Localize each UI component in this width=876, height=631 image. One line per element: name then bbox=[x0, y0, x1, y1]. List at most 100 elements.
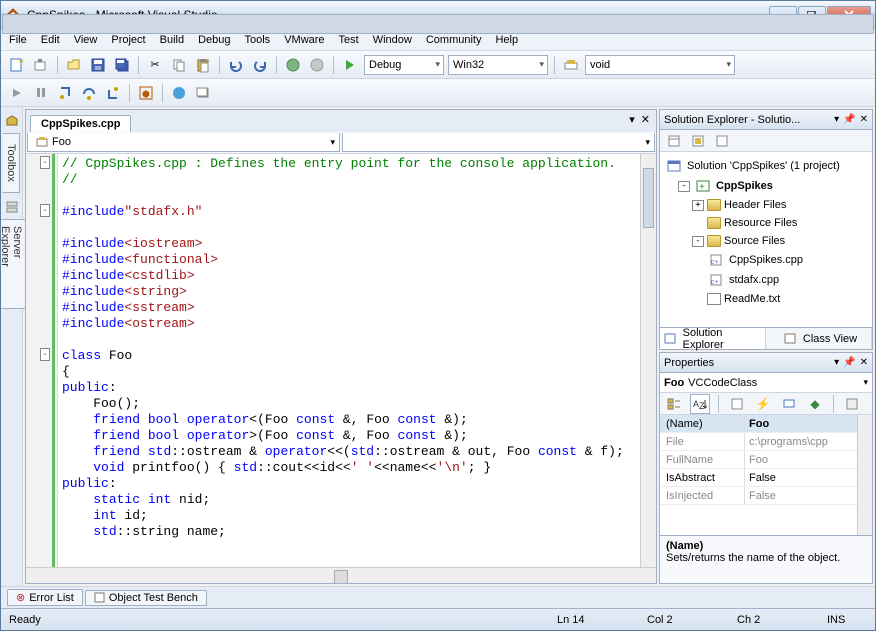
panel-dropdown-icon[interactable]: ▾ bbox=[834, 114, 839, 125]
menu-tools[interactable]: Tools bbox=[245, 34, 271, 46]
alphabetical-icon[interactable]: AZ bbox=[690, 394, 710, 414]
show-all-icon[interactable] bbox=[688, 131, 708, 151]
project-icon: + bbox=[693, 176, 713, 196]
config-combo[interactable]: Debug bbox=[364, 55, 444, 75]
step-into-icon[interactable] bbox=[55, 83, 75, 103]
pause-icon[interactable] bbox=[31, 83, 51, 103]
play-icon[interactable] bbox=[7, 83, 27, 103]
file-stdafx[interactable]: c+stdafx.cpp bbox=[664, 270, 868, 290]
menu-vmware[interactable]: VMware bbox=[284, 34, 324, 46]
properties-grid[interactable]: (Name)Foo Filec:\programs\cpp FullNameFo… bbox=[660, 415, 857, 535]
save-icon[interactable] bbox=[88, 55, 108, 75]
categorized-icon[interactable] bbox=[664, 394, 684, 414]
project-node[interactable]: -+CppSpikes bbox=[664, 176, 868, 196]
undo-icon[interactable] bbox=[226, 55, 246, 75]
server-explorer-tab[interactable]: Server Explorer bbox=[1, 219, 26, 309]
scope-combo-right[interactable] bbox=[342, 133, 655, 152]
toolbox-icon[interactable] bbox=[2, 111, 22, 131]
nav-fwd-icon[interactable] bbox=[307, 55, 327, 75]
events-icon[interactable]: ⚡ bbox=[753, 394, 773, 414]
paste-icon[interactable] bbox=[193, 55, 213, 75]
menu-view[interactable]: View bbox=[74, 34, 98, 46]
folder-resource-files[interactable]: Resource Files bbox=[664, 214, 868, 232]
add-item-icon[interactable] bbox=[31, 55, 51, 75]
tab-dropdown-icon[interactable]: ▾ bbox=[629, 113, 635, 126]
expander-icon[interactable]: + bbox=[692, 200, 704, 211]
prop-row-file[interactable]: Filec:\programs\cpp bbox=[660, 433, 857, 451]
platform-combo[interactable]: Win32 bbox=[448, 55, 548, 75]
code-text[interactable]: // CppSpikes.cpp : Defines the entry poi… bbox=[58, 154, 640, 567]
tab-close-icon[interactable]: ✕ bbox=[641, 113, 650, 126]
copy-icon[interactable] bbox=[169, 55, 189, 75]
find-icon[interactable] bbox=[561, 55, 581, 75]
tab-error-list[interactable]: ⊗Error List bbox=[7, 589, 83, 606]
folder-header-files[interactable]: +Header Files bbox=[664, 196, 868, 214]
tab-class-view[interactable]: Class View bbox=[766, 328, 872, 349]
nav-back-icon[interactable] bbox=[283, 55, 303, 75]
error-list-icon: ⊗ bbox=[16, 591, 25, 604]
menu-project[interactable]: Project bbox=[111, 34, 145, 46]
step-out-icon[interactable] bbox=[103, 83, 123, 103]
step-over-icon[interactable] bbox=[79, 83, 99, 103]
code-gutter[interactable]: - - - bbox=[26, 154, 58, 567]
open-icon[interactable] bbox=[64, 55, 84, 75]
prop-pages-icon[interactable] bbox=[727, 394, 747, 414]
prop-row-isabstract[interactable]: IsAbstractFalse bbox=[660, 469, 857, 487]
prop-row-name[interactable]: (Name)Foo bbox=[660, 415, 857, 433]
start-debug-icon[interactable] bbox=[340, 55, 360, 75]
file-readme[interactable]: ReadMe.txt bbox=[664, 290, 868, 308]
redo-icon[interactable] bbox=[250, 55, 270, 75]
prop-row-fullname[interactable]: FullNameFoo bbox=[660, 451, 857, 469]
vertical-scrollbar[interactable] bbox=[640, 154, 656, 567]
toolbox-tab[interactable]: Toolbox bbox=[3, 133, 20, 193]
menu-debug[interactable]: Debug bbox=[198, 34, 230, 46]
vmware2-icon[interactable] bbox=[193, 83, 213, 103]
new-project-icon[interactable]: ✶ bbox=[7, 55, 27, 75]
class-view-icon bbox=[780, 329, 800, 349]
panel-pin-icon[interactable]: 📌 bbox=[843, 357, 855, 368]
panel-dropdown-icon[interactable]: ▾ bbox=[834, 357, 839, 368]
refresh-icon[interactable] bbox=[712, 131, 732, 151]
menu-window[interactable]: Window bbox=[373, 34, 412, 46]
doc-tab-cppspikes[interactable]: CppSpikes.cpp bbox=[30, 115, 131, 132]
overrides-icon[interactable]: ◆ bbox=[805, 394, 825, 414]
tab-solution-explorer[interactable]: Solution Explorer bbox=[660, 328, 766, 349]
scroll-thumb[interactable] bbox=[643, 168, 654, 228]
menu-edit[interactable]: Edit bbox=[41, 34, 60, 46]
outline-toggle[interactable]: - bbox=[40, 156, 50, 169]
expander-icon[interactable]: - bbox=[692, 236, 704, 247]
file-cppspikes[interactable]: c+CppSpikes.cpp bbox=[664, 250, 868, 270]
properties-icon[interactable] bbox=[664, 131, 684, 151]
save-all-icon[interactable] bbox=[112, 55, 132, 75]
outline-toggle[interactable]: - bbox=[40, 348, 50, 361]
panel-close-icon[interactable]: ✕ bbox=[860, 114, 868, 125]
menu-help[interactable]: Help bbox=[495, 34, 518, 46]
vmware-icon[interactable] bbox=[169, 83, 189, 103]
menu-build[interactable]: Build bbox=[160, 34, 184, 46]
menu-file[interactable]: File bbox=[9, 34, 27, 46]
scope-combo-left[interactable]: Foo bbox=[27, 133, 340, 152]
hex-icon[interactable]: ⬢ bbox=[136, 83, 156, 103]
svg-text:⬢: ⬢ bbox=[142, 89, 150, 99]
panel-pin-icon[interactable]: 📌 bbox=[843, 114, 855, 125]
outline-toggle[interactable]: - bbox=[40, 204, 50, 217]
panel-close-icon[interactable]: ✕ bbox=[860, 357, 868, 368]
menu-test[interactable]: Test bbox=[339, 34, 359, 46]
solution-node[interactable]: Solution 'CppSpikes' (1 project) bbox=[664, 156, 868, 176]
tab-object-test-bench[interactable]: Object Test Bench bbox=[85, 590, 207, 606]
server-explorer-icon[interactable] bbox=[2, 197, 22, 217]
svg-text:c+: c+ bbox=[711, 259, 719, 266]
expander-icon[interactable]: - bbox=[678, 181, 690, 192]
prop-grid-icon[interactable] bbox=[842, 394, 862, 414]
prop-row-isinjected[interactable]: IsInjectedFalse bbox=[660, 487, 857, 505]
properties-object-combo[interactable]: FooVCCodeClass bbox=[660, 373, 872, 393]
horizontal-scrollbar[interactable] bbox=[26, 567, 656, 583]
cut-icon[interactable]: ✂ bbox=[145, 55, 165, 75]
messages-icon[interactable] bbox=[779, 394, 799, 414]
cpp-file-icon: c+ bbox=[706, 250, 726, 270]
properties-scrollbar[interactable] bbox=[857, 415, 872, 535]
find-combo[interactable]: void bbox=[585, 55, 735, 75]
solution-tree[interactable]: Solution 'CppSpikes' (1 project) -+CppSp… bbox=[660, 152, 872, 327]
folder-source-files[interactable]: -Source Files bbox=[664, 232, 868, 250]
menu-community[interactable]: Community bbox=[426, 34, 482, 46]
